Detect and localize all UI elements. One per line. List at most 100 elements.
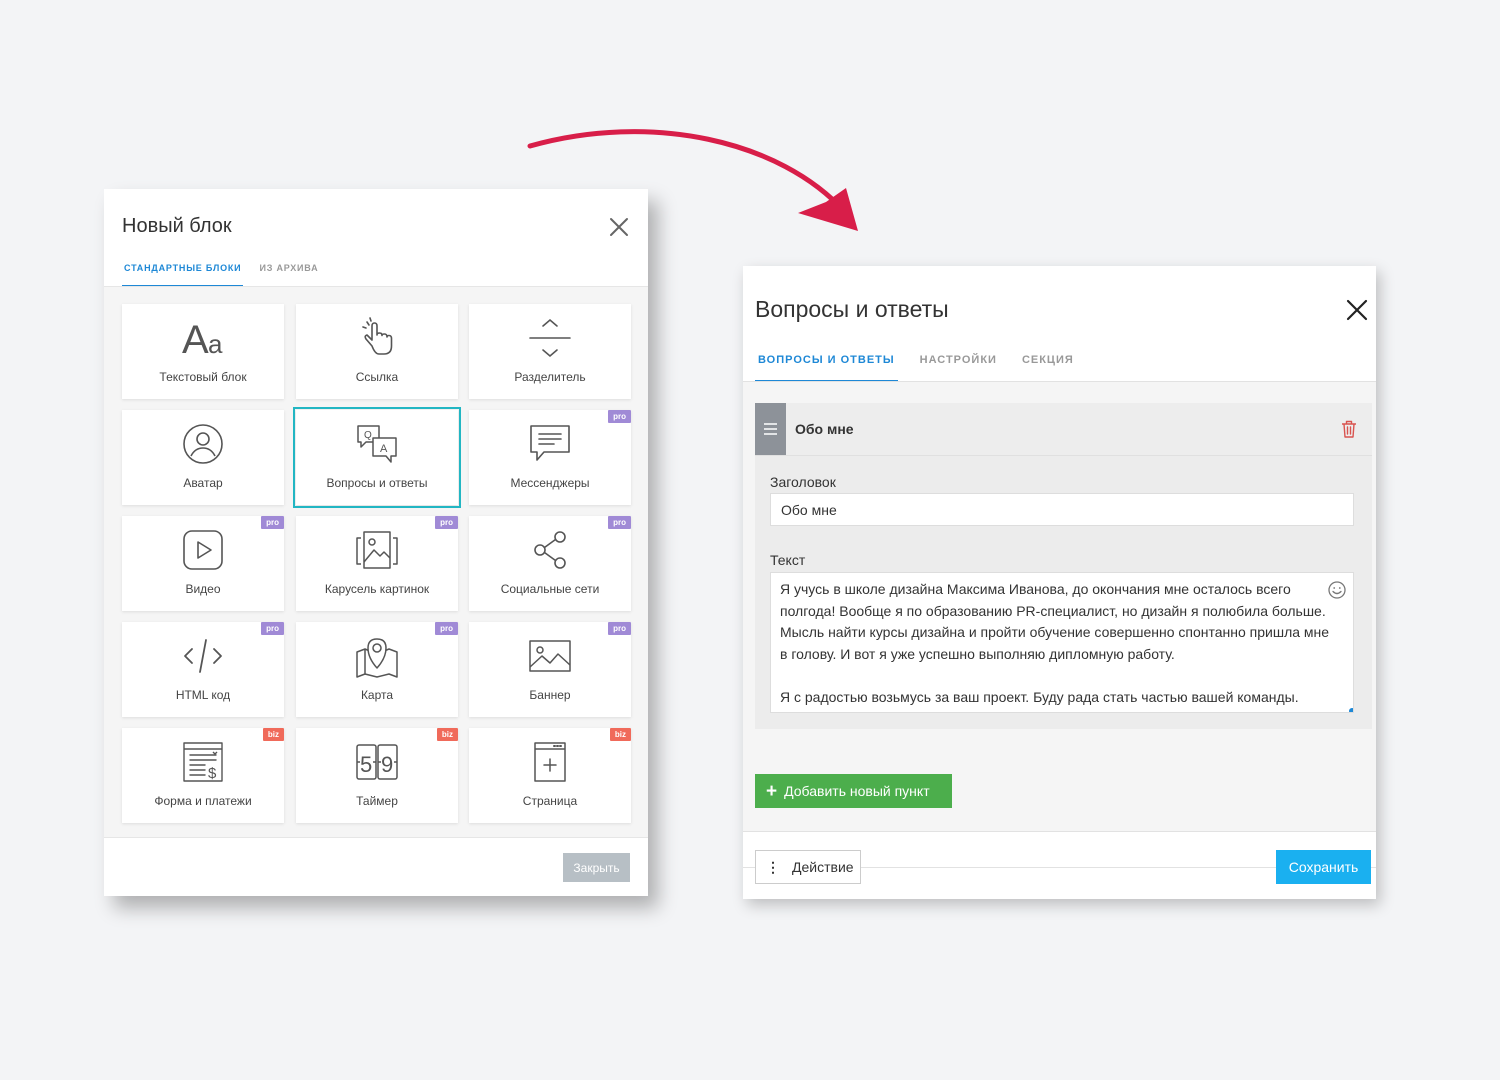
block-grid: A a Текстовый блок Ссылка Разделитель Ав… xyxy=(104,287,648,837)
form-payment-icon: $ xyxy=(183,742,223,782)
emoji-icon[interactable] xyxy=(1328,581,1346,599)
text-aa-icon: A a xyxy=(182,318,223,360)
qa-editor-body: Обо мне Заголовок Текст Я учусь в школе … xyxy=(743,382,1376,868)
share-icon xyxy=(534,531,566,569)
tile-divider[interactable]: Разделитель xyxy=(469,304,631,399)
close-icon[interactable] xyxy=(608,216,630,238)
svg-text:$: $ xyxy=(208,765,217,782)
image-icon xyxy=(529,640,571,672)
pro-badge: pro xyxy=(261,622,284,635)
pro-badge: pro xyxy=(608,410,631,423)
tile-video[interactable]: pro Видео xyxy=(122,516,284,611)
title-label: Заголовок xyxy=(770,474,836,490)
tile-label: Мессенджеры xyxy=(510,476,590,490)
tile-banner[interactable]: pro Баннер xyxy=(469,622,631,717)
tile-label: Страница xyxy=(522,794,578,808)
menu-lines-icon xyxy=(764,423,777,435)
tile-label: Текстовый блок xyxy=(159,370,247,384)
tile-label: Таймер xyxy=(356,794,398,808)
dialog-title: Вопросы и ответы xyxy=(755,296,949,322)
close-icon[interactable] xyxy=(1346,299,1368,321)
qa-item-name: Обо мне xyxy=(795,421,854,437)
svg-text:Q: Q xyxy=(364,430,372,441)
text-label: Текст xyxy=(770,552,806,568)
action-label: Действие xyxy=(792,859,854,875)
qa-dialog: Вопросы и ответы ВОПРОСЫ И ОТВЕТЫ НАСТРО… xyxy=(743,266,1376,899)
dialog-tabs: ВОПРОСЫ И ОТВЕТЫ НАСТРОЙКИ СЕКЦИЯ xyxy=(755,352,1096,382)
tile-messengers[interactable]: pro Мессенджеры xyxy=(469,410,631,505)
tile-page[interactable]: biz Страница xyxy=(469,728,631,823)
biz-badge: biz xyxy=(436,728,458,741)
svg-text:A: A xyxy=(182,318,209,360)
trash-icon[interactable] xyxy=(1341,420,1357,438)
tile-html-code[interactable]: pro HTML код xyxy=(122,622,284,717)
footer-divider xyxy=(104,837,648,838)
tab-settings[interactable]: НАСТРОЙКИ xyxy=(917,352,1000,380)
tab-from-archive[interactable]: ИЗ АРХИВА xyxy=(257,261,320,285)
tile-timer[interactable]: biz 5 9 Таймер xyxy=(296,728,458,823)
action-button[interactable]: ⋮ Действие xyxy=(755,850,861,884)
svg-text:a: a xyxy=(208,329,223,359)
svg-text:5: 5 xyxy=(360,752,372,777)
dialog-title: Новый блок xyxy=(122,215,232,237)
tile-map[interactable]: pro Карта xyxy=(296,622,458,717)
carousel-icon xyxy=(356,531,398,569)
add-item-button[interactable]: + Добавить новый пункт xyxy=(755,774,952,808)
tile-label: Аватар xyxy=(183,476,223,490)
plus-icon: + xyxy=(766,780,778,802)
tile-label: HTML код xyxy=(175,688,231,702)
pro-badge: pro xyxy=(608,622,631,635)
map-icon xyxy=(356,638,398,678)
code-icon xyxy=(184,639,222,673)
tile-social-networks[interactable]: pro Социальные сети xyxy=(469,516,631,611)
pro-badge: pro xyxy=(435,622,458,635)
save-button[interactable]: Сохранить xyxy=(1276,850,1371,884)
tile-label: Баннер xyxy=(529,688,571,702)
tile-image-carousel[interactable]: pro Карусель картинок xyxy=(296,516,458,611)
svg-text:9: 9 xyxy=(381,752,393,777)
page-icon xyxy=(534,742,566,782)
qa-bubbles-icon: Q A xyxy=(357,425,397,463)
biz-badge: biz xyxy=(262,728,284,741)
tile-label: Карусель картинок xyxy=(324,582,430,596)
biz-badge: biz xyxy=(609,728,631,741)
text-textarea[interactable]: Я учусь в школе дизайна Максима Иванова,… xyxy=(770,572,1354,713)
svg-text:A: A xyxy=(380,443,388,455)
add-item-label: Добавить новый пункт xyxy=(784,783,930,799)
pro-badge: pro xyxy=(261,516,284,529)
pro-badge: pro xyxy=(435,516,458,529)
tile-text-block[interactable]: A a Текстовый блок xyxy=(122,304,284,399)
title-input[interactable] xyxy=(770,493,1354,526)
timer-icon: 5 9 xyxy=(356,744,398,780)
qa-item: Обо мне Заголовок Текст Я учусь в школе … xyxy=(755,403,1372,729)
tile-label: Ссылка xyxy=(355,370,399,384)
drag-handle[interactable] xyxy=(755,403,786,455)
tile-link[interactable]: Ссылка xyxy=(296,304,458,399)
footer-divider xyxy=(743,831,1376,832)
dialog-tabs: СТАНДАРТНЫЕ БЛОКИ ИЗ АРХИВА xyxy=(122,261,334,287)
divider-icon xyxy=(529,318,571,358)
close-button[interactable]: Закрыть xyxy=(563,853,630,882)
play-icon xyxy=(183,530,223,570)
tile-label: Вопросы и ответы xyxy=(326,476,428,490)
more-vertical-icon: ⋮ xyxy=(766,858,780,875)
tile-label: Видео xyxy=(185,582,221,596)
tab-section[interactable]: СЕКЦИЯ xyxy=(1019,352,1077,380)
resize-handle[interactable] xyxy=(1349,708,1353,712)
text-content: Я учусь в школе дизайна Максима Иванова,… xyxy=(780,581,1330,705)
pointer-hand-icon xyxy=(362,317,393,355)
tile-label: Социальные сети xyxy=(500,582,600,596)
message-icon xyxy=(530,425,570,461)
qa-item-header[interactable]: Обо мне xyxy=(755,403,1372,456)
tile-label: Карта xyxy=(360,688,394,702)
tile-label: Форма и платежи xyxy=(154,794,252,808)
pro-badge: pro xyxy=(608,516,631,529)
tile-form-payments[interactable]: biz $ Форма и платежи xyxy=(122,728,284,823)
tile-qa[interactable]: Q A Вопросы и ответы xyxy=(293,407,461,508)
tab-qa[interactable]: ВОПРОСЫ И ОТВЕТЫ xyxy=(755,352,898,382)
tile-label: Разделитель xyxy=(514,370,586,384)
avatar-icon xyxy=(183,424,223,464)
tab-standard-blocks[interactable]: СТАНДАРТНЫЕ БЛОКИ xyxy=(122,261,244,287)
new-block-dialog: Новый блок СТАНДАРТНЫЕ БЛОКИ ИЗ АРХИВА A… xyxy=(104,189,648,896)
tile-avatar[interactable]: Аватар xyxy=(122,410,284,505)
